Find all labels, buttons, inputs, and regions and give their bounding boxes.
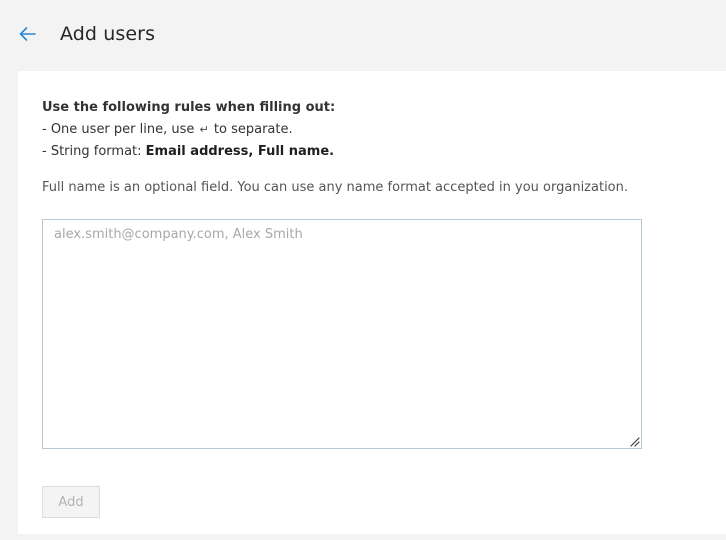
rule-two-prefix: - String format:	[42, 144, 142, 159]
rules-heading: Use the following rules when filling out…	[42, 100, 336, 115]
optional-field-note: Full name is an optional field. You can …	[42, 180, 629, 195]
rule-one-per-line: - One user per line, use ↵ to separate.	[42, 119, 335, 141]
users-textarea[interactable]	[42, 219, 642, 449]
page-header: Add users	[0, 0, 726, 70]
rule-one-prefix: - One user per line, use	[42, 122, 195, 137]
back-button[interactable]	[14, 22, 40, 46]
resize-handle-icon[interactable]	[628, 435, 640, 447]
arrow-left-icon	[18, 26, 36, 42]
add-users-panel: Use the following rules when filling out…	[18, 71, 726, 534]
rule-one-suffix: to separate.	[213, 122, 293, 137]
add-button[interactable]: Add	[42, 486, 100, 518]
rule-string-format: - String format: Email address, Full nam…	[42, 141, 335, 163]
page-title: Add users	[60, 23, 156, 45]
return-key-icon: ↵	[199, 123, 209, 136]
rules-block: Use the following rules when filling out…	[42, 97, 335, 163]
rule-two-format: Email address, Full name.	[145, 144, 335, 159]
